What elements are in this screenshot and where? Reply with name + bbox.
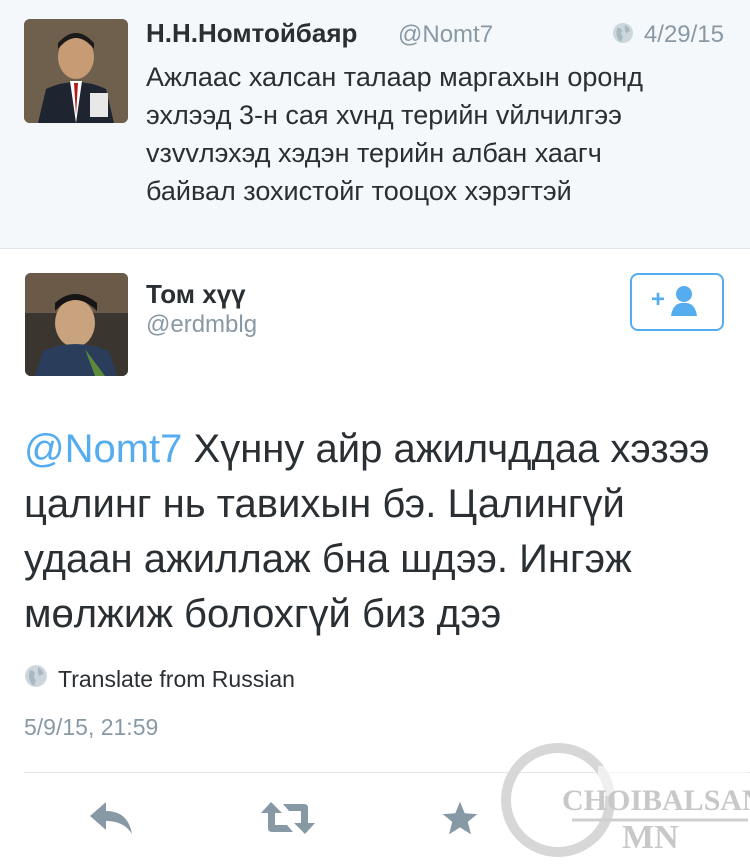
mention-link[interactable]: @Nomt7 [24,427,182,471]
favorite-button[interactable] [440,800,480,840]
watermark-logo: CHOIBALSAN MN [492,738,750,863]
reply-author-handle[interactable]: @erdmblg [146,311,257,339]
parent-tweet[interactable]: Н.Н.Номтойбаяр @Nomt7 4/29/15 Ажлаас хал… [0,0,750,249]
parent-author-handle[interactable]: @Nomt7 [398,21,493,49]
translate-label[interactable]: Translate from Russian [58,666,295,693]
watermark-text-bottom: MN [622,819,679,856]
reply-tweet-text: @Nomt7 Хүнну айр ажилчддаа хэзээ цалинг … [24,422,724,642]
divider [24,772,750,773]
svg-text:+: + [651,286,665,313]
reply-button[interactable] [86,800,138,840]
star-icon [441,800,479,841]
follow-button[interactable]: + [630,273,724,331]
reply-icon [88,800,136,841]
reply-author-name[interactable]: Том хүү [146,279,246,310]
translate-link[interactable]: Translate from Russian [24,664,295,694]
retweet-button[interactable] [258,800,318,840]
retweet-icon [259,800,317,841]
reply-timestamp: 5/9/15, 21:59 [24,714,159,740]
reply-avatar[interactable] [25,273,128,376]
parent-avatar[interactable] [24,19,128,123]
globe-icon [24,664,48,694]
parent-date: 4/29/15 [643,21,724,48]
watermark-text-top: CHOIBALSAN [562,784,750,817]
add-user-icon: + [651,284,703,321]
parent-author-name[interactable]: Н.Н.Номтойбаяр [146,18,357,49]
parent-date-group: 4/29/15 [612,21,724,49]
globe-icon [612,22,634,49]
parent-tweet-text: Ажлаас халсан талаар маргахын оронд эхлэ… [146,62,644,206]
